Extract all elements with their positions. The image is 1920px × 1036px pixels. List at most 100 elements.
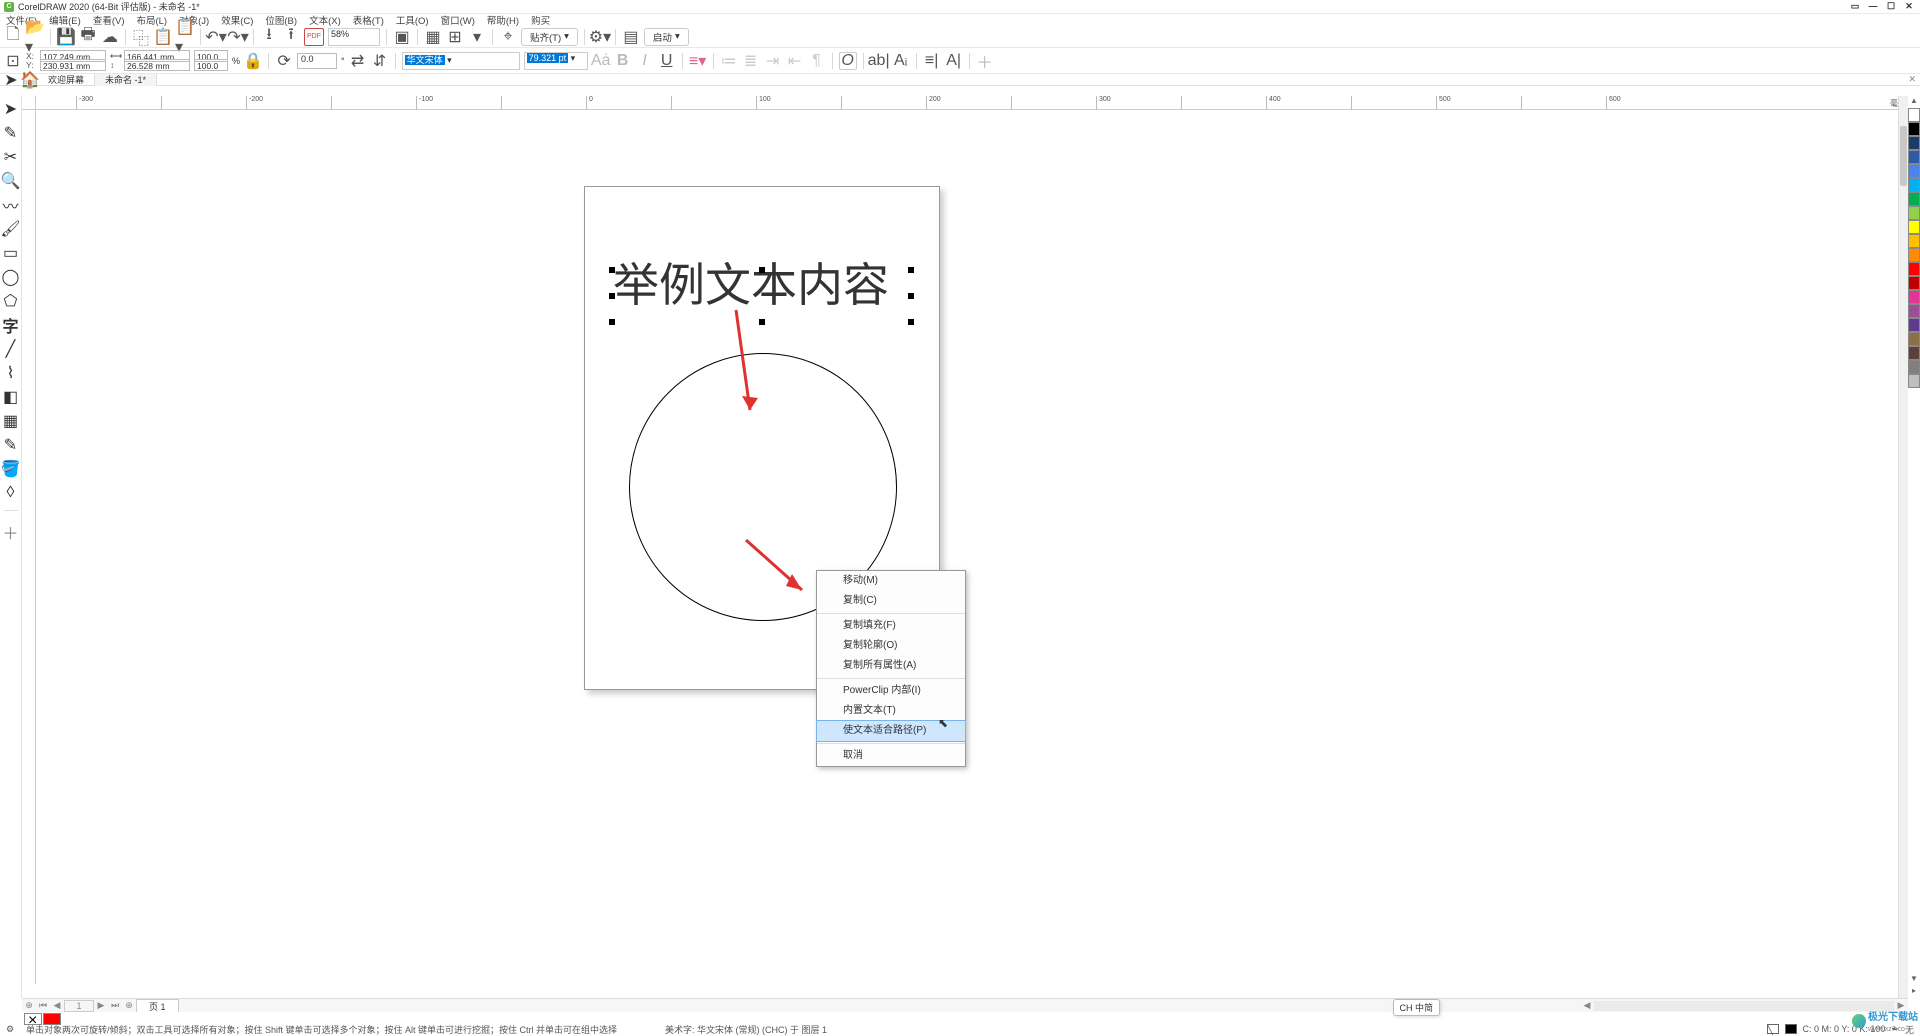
selection-handle[interactable] — [609, 293, 615, 299]
status-gear-icon[interactable]: ⚙ — [6, 1024, 18, 1035]
text-align-button[interactable]: ≡▾ — [689, 52, 707, 70]
align-icon[interactable]: ⌖ — [499, 28, 517, 46]
page-prev-button[interactable]: ◀ — [50, 1000, 64, 1011]
connector-tool[interactable]: ⌇ — [2, 364, 20, 382]
ruler-corner[interactable] — [22, 96, 36, 110]
pos-y-input[interactable]: 230.931 mm — [40, 59, 106, 71]
close-button[interactable]: ✕ — [1902, 1, 1916, 12]
outline-tool[interactable]: ◊ — [2, 484, 20, 502]
snap-toggle-button[interactable]: ▾ — [468, 28, 486, 46]
palette-swatch[interactable] — [1908, 262, 1920, 276]
palette-flyout-button[interactable]: ▸ — [1908, 986, 1920, 998]
paste-button[interactable]: 📋 — [154, 28, 172, 46]
text-wrap-button[interactable]: ≡| — [923, 52, 941, 70]
menu-tools[interactable]: 工具(O) — [396, 13, 429, 27]
menu-table[interactable]: 表格(T) — [353, 13, 384, 27]
menu-view[interactable]: 查看(V) — [93, 13, 125, 27]
palette-swatch[interactable] — [1908, 374, 1920, 388]
save-button[interactable]: 💾 — [57, 28, 75, 46]
ctx-copy-fill[interactable]: 复制填充(F) — [817, 616, 965, 636]
selection-handle[interactable] — [908, 319, 914, 325]
eyedropper-tool[interactable]: ✎ — [2, 436, 20, 454]
ribbon-toggle-icon[interactable]: ▭ — [1848, 1, 1862, 12]
polygon-tool[interactable]: ⬠ — [2, 292, 20, 310]
shape-tool[interactable]: ✎ — [2, 124, 20, 142]
zoom-select[interactable]: 58% — [328, 28, 380, 46]
pick-presets-icon[interactable]: ⊡ — [4, 52, 22, 70]
ctx-move[interactable]: 移动(M) — [817, 571, 965, 591]
pdf-export-button[interactable]: PDF — [304, 28, 324, 46]
print-button[interactable]: 🖶 — [79, 28, 97, 46]
tabrow-close-icon[interactable]: ✕ — [1908, 74, 1920, 85]
page-number-display[interactable]: 1 — [64, 1000, 94, 1012]
palette-swatch[interactable] — [1908, 108, 1920, 122]
add-tool-button[interactable]: ＋ — [2, 523, 20, 541]
selection-handle[interactable] — [759, 319, 765, 325]
ime-indicator[interactable]: CH 中简 — [1393, 999, 1441, 1016]
palette-swatch[interactable] — [1908, 192, 1920, 206]
tab-welcome[interactable]: 欢迎屏幕 — [38, 74, 95, 86]
bold-button[interactable]: B — [614, 52, 632, 70]
indent-dec-button[interactable]: ⇤ — [786, 52, 804, 70]
palette-swatch[interactable] — [1908, 346, 1920, 360]
status-fill-none-icon[interactable]: ╲ — [1767, 1024, 1779, 1034]
page-add-after-button[interactable]: ⊕ — [122, 1000, 136, 1011]
palette-swatch[interactable] — [1908, 360, 1920, 374]
selection-handle[interactable] — [609, 319, 615, 325]
open-button[interactable]: 📂▾ — [26, 28, 44, 46]
snap-dropdown[interactable]: 贴齐(T)▾ — [521, 28, 578, 46]
palette-swatch[interactable] — [1908, 248, 1920, 262]
hscroll-left-button[interactable]: ◀ — [1580, 1000, 1594, 1011]
transparency-tool[interactable]: ▦ — [2, 412, 20, 430]
scale-y-input[interactable]: 100.0 — [194, 59, 228, 71]
palette-swatch[interactable] — [1908, 136, 1920, 150]
selection-handle[interactable] — [908, 267, 914, 273]
list-number-button[interactable]: ≣ — [742, 52, 760, 70]
fill-tool[interactable]: 🪣 — [2, 460, 20, 478]
tab-document[interactable]: 未命名 -1* — [95, 74, 157, 86]
text-columns-button[interactable]: A| — [945, 52, 963, 70]
maximize-button[interactable]: ☐ — [1884, 1, 1898, 12]
fullscreen-button[interactable]: ▣ — [393, 28, 411, 46]
ellipse-tool[interactable]: ◯ — [2, 268, 20, 286]
text-props-button[interactable]: Aᵢ — [892, 52, 910, 70]
palette-swatch[interactable] — [1908, 220, 1920, 234]
mirror-h-button[interactable]: ⇄ — [349, 52, 367, 70]
palette-swatch[interactable] — [1908, 150, 1920, 164]
horizontal-ruler[interactable]: 毫米 -300-200-1000100200300400500600 — [36, 96, 1908, 110]
selection-handle[interactable] — [609, 267, 615, 273]
lock-ratio-button[interactable]: 🔒 — [244, 52, 262, 70]
minimize-button[interactable]: — — [1866, 1, 1880, 12]
redo-button[interactable]: ↷▾ — [229, 28, 247, 46]
ctx-copy-outline[interactable]: 复制轮廓(O) — [817, 636, 965, 656]
menu-window[interactable]: 窗口(W) — [441, 13, 475, 27]
export-button[interactable]: ⭱ — [282, 28, 300, 46]
undo-button[interactable]: ↶▾ — [207, 28, 225, 46]
char-O-button[interactable]: O — [839, 52, 857, 70]
palette-swatch[interactable] — [1908, 332, 1920, 346]
palette-swatch[interactable] — [1908, 206, 1920, 220]
freehand-tool[interactable]: 〰 — [2, 196, 20, 214]
menu-effect[interactable]: 效果(C) — [221, 13, 253, 27]
palette-swatch[interactable] — [1908, 290, 1920, 304]
home-icon[interactable]: 🏠 — [20, 70, 38, 90]
palette-up-button[interactable]: ▲ — [1908, 96, 1920, 108]
vertical-ruler[interactable] — [22, 110, 36, 984]
drop-shadow-tool[interactable]: ◧ — [2, 388, 20, 406]
launch-icon[interactable]: ▤ — [622, 28, 640, 46]
ctx-fit-text-to-path[interactable]: 使文本适合路径(P) — [816, 720, 966, 742]
options-button[interactable]: ⚙▾ — [591, 28, 609, 46]
rectangle-tool[interactable]: ▭ — [2, 244, 20, 262]
page-add-button[interactable]: ⊕ — [22, 1000, 36, 1011]
menu-help[interactable]: 帮助(H) — [487, 13, 519, 27]
pick-tool-indicator[interactable]: ➤ — [2, 70, 20, 90]
palette-down-button[interactable]: ▼ — [1908, 974, 1920, 986]
ctx-copy-all[interactable]: 复制所有属性(A) — [817, 656, 965, 676]
dropcap-button[interactable]: ¶ — [808, 52, 826, 70]
text-object[interactable]: 举例文本内容 — [613, 263, 889, 309]
grid-button[interactable]: ▦ — [424, 28, 442, 46]
guides-button[interactable]: ⊞ — [446, 28, 464, 46]
palette-swatch[interactable] — [1908, 276, 1920, 290]
ctx-powerclip[interactable]: PowerClip 内部(I) — [817, 681, 965, 701]
font-size-select[interactable]: 79.321 pt ▾ — [524, 52, 588, 70]
